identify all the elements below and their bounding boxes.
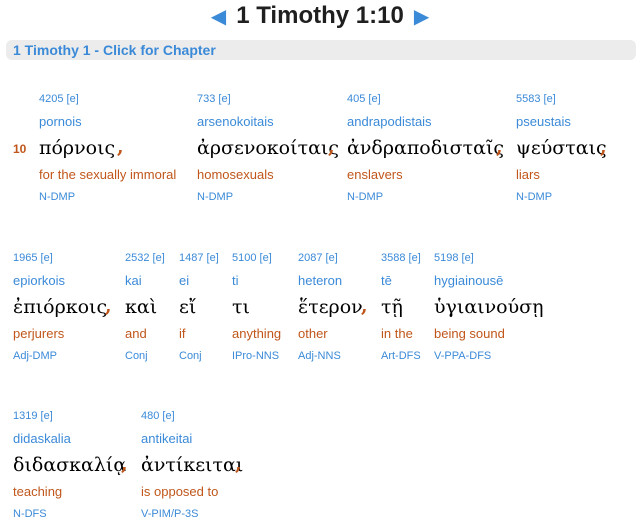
page-title: 1 Timothy 1:10: [236, 2, 404, 29]
english-gloss: in the: [381, 326, 413, 341]
transliteration: ei: [179, 273, 190, 288]
greek-word[interactable]: ἀντίκειται: [141, 454, 243, 476]
transliteration: didaskalia: [13, 431, 71, 446]
english-gloss: for the sexually immoral: [39, 167, 177, 182]
parsing-code-link[interactable]: Conj: [179, 350, 202, 362]
punctuation: ,: [105, 295, 112, 317]
strongs-number-link[interactable]: 733 [e]: [197, 93, 231, 105]
greek-word[interactable]: καὶ: [125, 296, 157, 318]
english-gloss: liars: [516, 167, 540, 182]
parsing-code-link[interactable]: Adj-DMP: [13, 350, 57, 362]
strongs-number-link[interactable]: 5198 [e]: [434, 252, 474, 264]
strongs-number-link[interactable]: 405 [e]: [347, 93, 381, 105]
english-gloss: teaching: [13, 484, 63, 499]
greek-word[interactable]: τῇ: [381, 296, 403, 318]
punctuation: ,: [117, 136, 124, 158]
parsing-code-link[interactable]: N-DMP: [347, 191, 383, 203]
punctuation: ,: [328, 136, 335, 158]
interlinear-page: ◀ 1 Timothy 1:10 ▶ 1 Timothy 1 - Click f…: [0, 0, 640, 524]
strongs-number-link[interactable]: 1487 [e]: [179, 252, 219, 264]
transliteration: tē: [381, 273, 392, 288]
punctuation: ,: [600, 136, 607, 158]
greek-word[interactable]: πόρνοις: [39, 137, 115, 159]
strongs-number-link[interactable]: 2087 [e]: [298, 252, 338, 264]
english-gloss: enslavers: [347, 167, 403, 182]
english-gloss: is opposed to: [141, 484, 219, 499]
strongs-number-link[interactable]: 4205 [e]: [39, 93, 79, 105]
transliteration: andrapodistais: [347, 114, 432, 129]
english-gloss: other: [298, 326, 328, 341]
parsing-code-link[interactable]: N-DFS: [13, 508, 47, 520]
parsing-code-link[interactable]: N-DMP: [197, 191, 233, 203]
punctuation: ,: [235, 453, 242, 475]
parsing-code-link[interactable]: N-DMP: [39, 191, 75, 203]
greek-word[interactable]: τι: [232, 296, 250, 318]
english-gloss: and: [125, 326, 147, 341]
transliteration: antikeitai: [141, 431, 193, 446]
parsing-code-link[interactable]: V-PIM/P-3S: [141, 508, 198, 520]
next-verse-arrow-icon[interactable]: ▶: [414, 6, 429, 26]
transliteration: arsenokoitais: [197, 114, 274, 129]
punctuation: ,: [121, 453, 128, 475]
prev-verse-arrow-icon[interactable]: ◀: [211, 6, 226, 26]
strongs-number-link[interactable]: 480 [e]: [141, 410, 175, 422]
verse-number: 10: [13, 142, 27, 156]
strongs-number-link[interactable]: 5583 [e]: [516, 93, 556, 105]
punctuation: ,: [361, 295, 368, 317]
english-gloss: anything: [232, 326, 282, 341]
transliteration: hygiainousē: [434, 273, 504, 288]
greek-word[interactable]: ὑγιαινούσῃ: [434, 296, 544, 318]
punctuation: ,: [496, 136, 503, 158]
chapter-link[interactable]: 1 Timothy 1 - Click for Chapter: [13, 42, 216, 58]
greek-word[interactable]: εἴ: [179, 296, 196, 318]
english-gloss: perjurers: [13, 326, 65, 341]
chapter-bar[interactable]: 1 Timothy 1 - Click for Chapter: [6, 40, 636, 60]
parsing-code-link[interactable]: V-PPA-DFS: [434, 350, 491, 362]
strongs-number-link[interactable]: 3588 [e]: [381, 252, 421, 264]
title-bar: ◀ 1 Timothy 1:10 ▶: [0, 0, 640, 32]
greek-word[interactable]: ἐπιόρκοις: [13, 296, 107, 318]
english-gloss: if: [179, 326, 186, 341]
parsing-code-link[interactable]: N-DMP: [516, 191, 552, 203]
strongs-number-link[interactable]: 5100 [e]: [232, 252, 272, 264]
greek-word[interactable]: διδασκαλίᾳ: [13, 454, 126, 476]
strongs-number-link[interactable]: 1965 [e]: [13, 252, 53, 264]
parsing-code-link[interactable]: Adj-NNS: [298, 350, 341, 362]
transliteration: epiorkois: [13, 273, 66, 288]
greek-word[interactable]: ἀνδραποδισταῖς: [347, 137, 504, 159]
strongs-number-link[interactable]: 2532 [e]: [125, 252, 165, 264]
english-gloss: being sound: [434, 326, 505, 341]
strongs-number-link[interactable]: 1319 [e]: [13, 410, 53, 422]
parsing-code-link[interactable]: Conj: [125, 350, 148, 362]
transliteration: pornois: [39, 114, 82, 129]
greek-word[interactable]: ἕτερον: [298, 296, 363, 318]
greek-word[interactable]: ἀρσενοκοίταις: [197, 137, 339, 159]
greek-word[interactable]: ψεύσταις: [516, 137, 607, 159]
parsing-code-link[interactable]: IPro-NNS: [232, 350, 279, 362]
parsing-code-link[interactable]: Art-DFS: [381, 350, 421, 362]
transliteration: ti: [232, 273, 239, 288]
transliteration: heteron: [298, 273, 343, 288]
english-gloss: homosexuals: [197, 167, 274, 182]
transliteration: pseustais: [516, 114, 571, 129]
transliteration: kai: [125, 273, 142, 288]
